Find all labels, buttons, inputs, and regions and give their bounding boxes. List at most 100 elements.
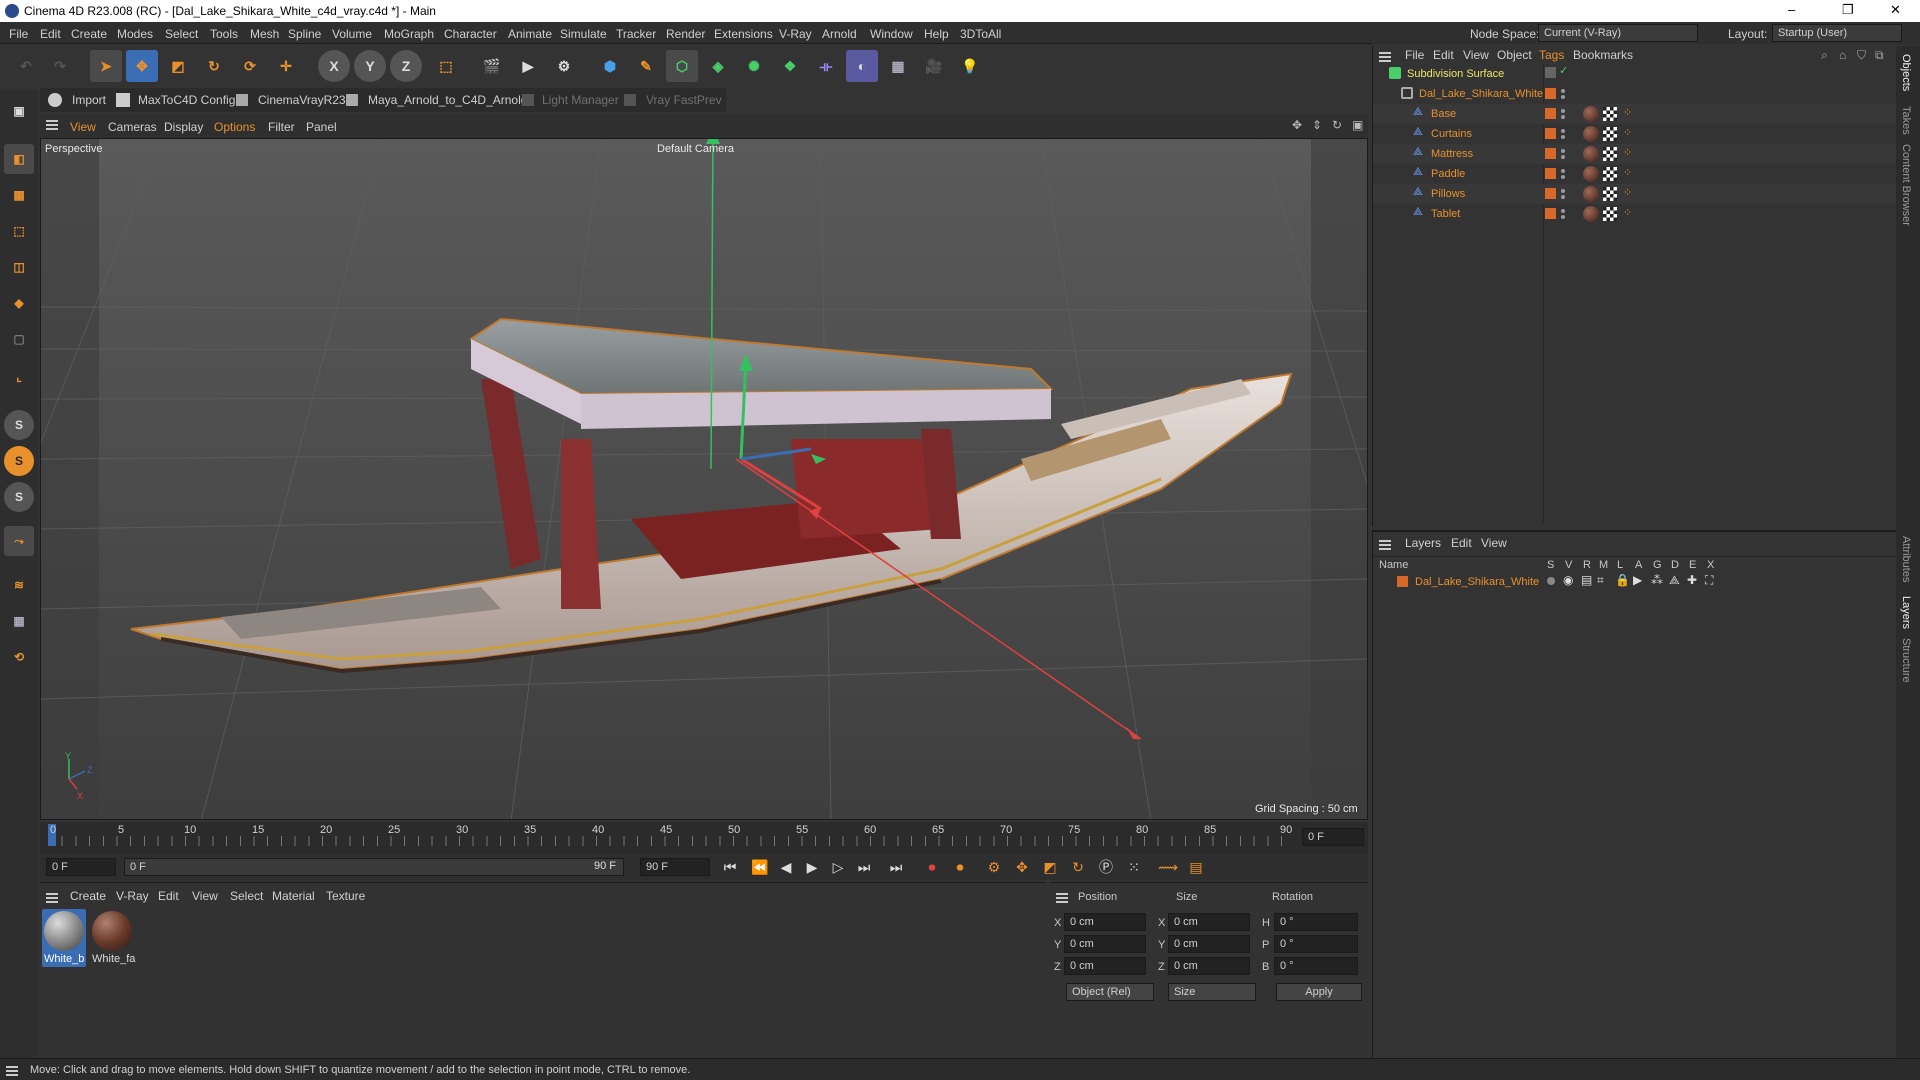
- zoom-view-icon[interactable]: ⇕: [1312, 118, 1322, 132]
- mat-menu-texture[interactable]: Texture: [326, 889, 365, 903]
- select-tool-icon[interactable]: ➤: [90, 50, 122, 82]
- key-param-icon[interactable]: Ⓟ: [1094, 855, 1118, 879]
- objects-hamburger-icon[interactable]: [1379, 52, 1391, 54]
- layer-lock-icon[interactable]: 🔒: [1615, 573, 1630, 587]
- mograph-icon[interactable]: ❖: [774, 50, 806, 82]
- layer-color-swatch[interactable]: [1545, 188, 1556, 199]
- rotate-view-icon[interactable]: ↻: [1332, 118, 1342, 132]
- menu-tracker[interactable]: Tracker: [616, 27, 656, 41]
- preview-range-slider[interactable]: 0 F: [124, 858, 624, 876]
- go-to-start-icon[interactable]: ⏮: [718, 855, 742, 879]
- mat-menu-edit[interactable]: Edit: [158, 889, 179, 903]
- size-mode-select[interactable]: Size: [1168, 983, 1256, 1001]
- motion-path-icon[interactable]: ⟿: [1156, 855, 1180, 879]
- new-window-icon[interactable]: ⧉: [1875, 48, 1884, 63]
- z-axis-lock-icon[interactable]: Z: [390, 50, 422, 82]
- layer-visible-icon[interactable]: ◉: [1563, 573, 1573, 587]
- axis-mode-icon[interactable]: ⌞: [4, 362, 34, 392]
- visibility-dot-icon[interactable]: [1561, 209, 1565, 213]
- uv-mode-icon[interactable]: ▢: [4, 324, 34, 354]
- visibility-dot-icon[interactable]: [1561, 169, 1565, 173]
- cube-icon[interactable]: ⬢: [594, 50, 626, 82]
- pen-icon[interactable]: ✎: [630, 50, 662, 82]
- x-axis-lock-icon[interactable]: X: [318, 50, 350, 82]
- tab-objects[interactable]: Objects: [1900, 54, 1912, 91]
- layer-manager-icon[interactable]: ⌗: [1597, 573, 1604, 588]
- layer-generators-icon[interactable]: ⁂: [1651, 573, 1663, 587]
- render-dot-icon[interactable]: [1561, 95, 1565, 99]
- material-tag-icon[interactable]: [1583, 106, 1599, 122]
- coordinate-system-icon[interactable]: ⬚: [430, 50, 462, 82]
- texture-tag-icon[interactable]: [1603, 207, 1617, 221]
- visibility-dot-icon[interactable]: [1561, 129, 1565, 133]
- vp-menu-options[interactable]: Options: [214, 120, 255, 134]
- menu-animate[interactable]: Animate: [508, 27, 552, 41]
- vp-menu-cameras[interactable]: Cameras: [108, 120, 157, 134]
- phong-tag-icon[interactable]: ⁘: [1623, 146, 1637, 160]
- object-row-tablet[interactable]: ⟁ Tablet ⁘: [1373, 204, 1897, 224]
- material-tag-icon[interactable]: [1583, 166, 1599, 182]
- coords-hamburger-icon[interactable]: [1056, 893, 1068, 895]
- tab-attributes[interactable]: Attributes: [1900, 536, 1912, 582]
- hamburger-icon[interactable]: [46, 120, 58, 122]
- menu-window[interactable]: Window: [870, 27, 913, 41]
- object-row-shikara[interactable]: Dal_Lake_Shikara_White: [1373, 84, 1897, 104]
- add-tool-icon[interactable]: ✛: [270, 50, 302, 82]
- render-view-icon[interactable]: ▶: [512, 50, 544, 82]
- key-position-icon[interactable]: ✥: [1010, 855, 1034, 879]
- tab-content-browser[interactable]: Content Browser: [1900, 144, 1912, 226]
- render-settings-icon[interactable]: ⚙: [548, 50, 580, 82]
- menu-volume[interactable]: Volume: [332, 27, 372, 41]
- menu-spline[interactable]: Spline: [288, 27, 321, 41]
- prev-key-icon[interactable]: ⏪: [748, 855, 772, 879]
- close-button[interactable]: ✕: [1890, 2, 1901, 18]
- polygon-mode-icon[interactable]: ◆: [4, 288, 34, 318]
- coord-mode-select[interactable]: Object (Rel): [1066, 983, 1154, 1001]
- maximize-button[interactable]: ❐: [1842, 2, 1854, 18]
- phong-tag-icon[interactable]: ⁘: [1623, 186, 1637, 200]
- maximize-view-icon[interactable]: ▣: [1352, 118, 1363, 132]
- plugin-light-manager[interactable]: Light Manager: [542, 93, 619, 107]
- plugin-maya-arnold[interactable]: Maya_Arnold_to_C4D_Arnold: [368, 93, 527, 107]
- texture-tag-icon[interactable]: [1603, 127, 1617, 141]
- render-dot-icon[interactable]: [1561, 155, 1565, 159]
- edge-mode-icon[interactable]: ◫: [4, 252, 34, 282]
- layer-color-swatch[interactable]: [1545, 128, 1556, 139]
- timeline-icon[interactable]: ▤: [1184, 855, 1208, 879]
- layer-color-swatch[interactable]: [1545, 88, 1556, 99]
- y-axis-lock-icon[interactable]: Y: [354, 50, 386, 82]
- record-icon[interactable]: ⏺: [920, 855, 944, 879]
- snap-mode-icon[interactable]: S: [4, 482, 34, 512]
- menu-file[interactable]: File: [9, 27, 28, 41]
- play-icon[interactable]: ▶: [800, 855, 824, 879]
- current-frame-field[interactable]: 0 F: [1302, 828, 1364, 846]
- size-x-field[interactable]: 0 cm: [1168, 913, 1250, 931]
- menu-render[interactable]: Render: [666, 27, 705, 41]
- menu-modes[interactable]: Modes: [117, 27, 153, 41]
- key-rotation-icon[interactable]: ↻: [1066, 855, 1090, 879]
- start-frame-field[interactable]: 0 F: [46, 858, 116, 876]
- vp-menu-filter[interactable]: Filter: [268, 120, 295, 134]
- rotate-tool-icon[interactable]: ↻: [198, 50, 230, 82]
- menu-extensions[interactable]: Extensions: [714, 27, 773, 41]
- object-row-curtains[interactable]: ⟁ Curtains ⁘: [1373, 124, 1897, 144]
- render-dot-icon[interactable]: [1561, 215, 1565, 219]
- size-y-field[interactable]: 0 cm: [1168, 935, 1250, 953]
- next-frame-icon[interactable]: ▷: [826, 855, 850, 879]
- workplane-icon[interactable]: ≋: [4, 570, 34, 600]
- minimize-button[interactable]: –: [1788, 2, 1795, 17]
- enabled-check-icon[interactable]: ✓: [1559, 64, 1568, 77]
- layer-row[interactable]: Dal_Lake_Shikara_White ◉ ▤ ⌗ 🔒 ▶ ⁂ ⟁ ✚ ⛶: [1373, 572, 1897, 592]
- layer-xref-icon[interactable]: ⛶: [1705, 573, 1713, 588]
- layer-deformers-icon[interactable]: ⟁: [1669, 573, 1680, 588]
- move-tool-icon[interactable]: ✥: [126, 50, 158, 82]
- undo-icon[interactable]: ↶: [10, 50, 42, 82]
- layer-color-swatch[interactable]: [1545, 168, 1556, 179]
- object-row-paddle[interactable]: ⟁ Paddle ⁘: [1373, 164, 1897, 184]
- search-icon[interactable]: ⌕: [1821, 48, 1828, 63]
- menu-help[interactable]: Help: [924, 27, 949, 41]
- vp-menu-display[interactable]: Display: [164, 120, 203, 134]
- pos-z-field[interactable]: 0 cm: [1064, 957, 1146, 975]
- layers-hamburger-icon[interactable]: [1379, 540, 1391, 542]
- obj-menu-bookmarks[interactable]: Bookmarks: [1573, 48, 1633, 62]
